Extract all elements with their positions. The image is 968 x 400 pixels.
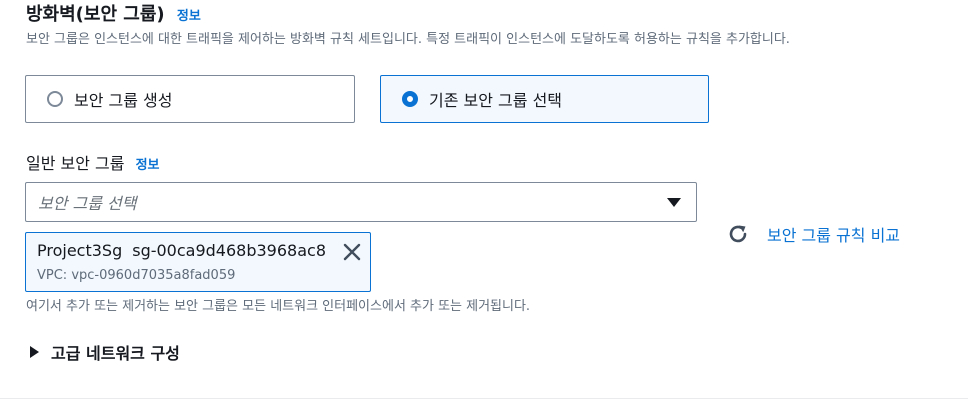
common-security-group-label: 일반 보안 그룹 정보 [26, 150, 160, 174]
token-sg-id: sg-00ca9d468b3968ac8 [132, 241, 326, 260]
select-placeholder: 보안 그룹 선택 [38, 194, 137, 213]
token-title: Project3Sg sg-00ca9d468b3968ac8 [37, 241, 326, 260]
section-description: 보안 그룹은 인스턴스에 대한 트래픽을 제어하는 방화벽 규칙 세트입니다. … [26, 32, 790, 47]
helper-text: 여기서 추가 또는 제거하는 보안 그룹은 모든 네트워크 인터페이스에서 추가… [26, 299, 531, 314]
info-link[interactable]: 정보 [177, 9, 201, 24]
compare-security-group-rules-button[interactable]: 보안 그룹 규칙 비교 [726, 222, 900, 246]
expander-label: 고급 네트워크 구성 [51, 344, 180, 363]
radio-unselected-icon[interactable] [47, 91, 63, 107]
radio-selected-icon[interactable] [402, 91, 418, 107]
caret-down-icon [667, 197, 681, 207]
token-vpc: VPC: vpc-0960d7035a8fad059 [37, 268, 236, 283]
advanced-network-config-expander[interactable]: 고급 네트워크 구성 [30, 340, 180, 364]
section-title-text: 방화벽(보안 그룹) [26, 4, 165, 25]
section-title: 방화벽(보안 그룹) 정보 [26, 0, 201, 26]
close-icon[interactable] [342, 242, 362, 262]
token-name: Project3Sg [37, 241, 123, 260]
divider [0, 398, 968, 399]
option-select-existing-security-group[interactable]: 기존 보안 그룹 선택 [380, 75, 709, 123]
selected-security-group-token: Project3Sg sg-00ca9d468b3968ac8 VPC: vpc-… [25, 232, 371, 292]
refresh-icon [729, 225, 747, 243]
option-label: 기존 보안 그룹 선택 [429, 91, 563, 110]
compare-label: 보안 그룹 규칙 비교 [767, 226, 901, 245]
caret-right-icon [30, 346, 39, 358]
option-create-security-group[interactable]: 보안 그룹 생성 [25, 75, 355, 123]
info-link[interactable]: 정보 [136, 158, 160, 173]
field-label-text: 일반 보안 그룹 [26, 154, 125, 173]
option-label: 보안 그룹 생성 [74, 91, 173, 110]
security-group-select[interactable]: 보안 그룹 선택 [25, 182, 697, 222]
